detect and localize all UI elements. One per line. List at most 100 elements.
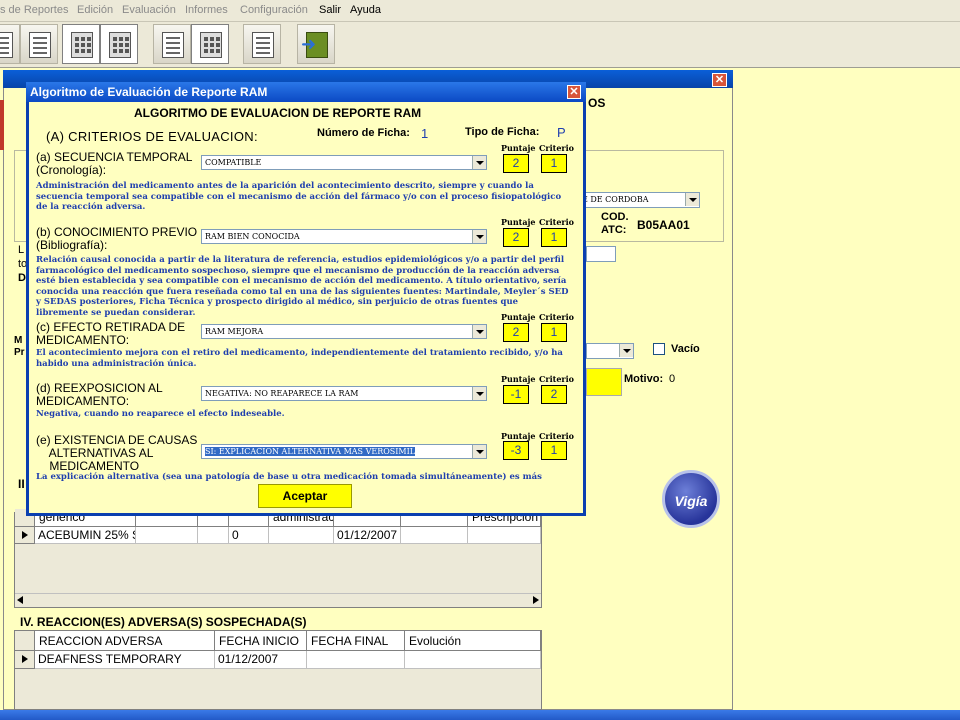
section-d-criterio[interactable]: 2 (541, 385, 567, 404)
row-selector-icon[interactable] (15, 527, 35, 544)
table-cell[interactable]: DEAFNESS TEMPORARY (35, 651, 215, 669)
cod-atc-label: COD. ATC: (601, 211, 629, 236)
table-cell[interactable] (468, 527, 541, 544)
stack-icon (200, 32, 222, 58)
menu-salir[interactable]: Salir (319, 4, 341, 16)
table-cell[interactable] (401, 527, 468, 544)
yellow-button[interactable] (586, 368, 622, 396)
table-cell[interactable] (198, 527, 229, 544)
table-cell[interactable] (307, 651, 405, 669)
menu-informes[interactable]: Informes (185, 4, 228, 16)
ficha-value: 1 (421, 126, 429, 141)
puntaje-label: Puntaje (501, 374, 536, 384)
toolbar-button-3[interactable] (62, 24, 100, 64)
table-cell[interactable]: 01/12/2007 (215, 651, 307, 669)
vacio-label: Vacío (671, 343, 700, 355)
section-c-select[interactable]: RAM MEJORA (201, 324, 487, 339)
section-a-criterio[interactable]: 1 (541, 154, 567, 173)
ficha-label: Número de Ficha: (317, 127, 410, 139)
menu-edicion[interactable]: Edición (77, 4, 113, 16)
criterio-label: Criterio (539, 312, 574, 322)
criterio-label: Criterio (539, 217, 574, 227)
table-cell[interactable]: ACEBUMIN 25% SO (35, 527, 136, 544)
form-icon (252, 32, 274, 58)
close-icon[interactable]: ✕ (712, 73, 727, 87)
vigia-logo: Vigía (662, 470, 720, 528)
section-b-description: Relación causal conocida a partir de la … (36, 255, 569, 318)
section-d-select[interactable]: NEGATIVA: NO REAPARECE LA RAM (201, 386, 487, 401)
left-label-pr: Pr (14, 347, 25, 358)
toolbar-exit-button[interactable] (297, 24, 335, 64)
section-b-criterio[interactable]: 1 (541, 228, 567, 247)
section-4-title: IV. REACCION(ES) ADVERSA(S) SOSPECHADA(S… (20, 615, 307, 629)
left-label-me: M (14, 335, 23, 346)
vacio-checkbox[interactable] (653, 343, 665, 355)
section-a-select[interactable]: COMPATIBLE (201, 155, 487, 170)
left-label-d: D (18, 272, 26, 284)
toolbar-button-7[interactable] (243, 24, 281, 64)
dialog-titlebar: Algoritmo de Evaluación de Reporte RAM (26, 82, 586, 102)
table-cell[interactable] (405, 651, 541, 669)
motivo-label: Motivo: (624, 373, 664, 385)
taskbar (0, 710, 960, 720)
row-selector-icon[interactable] (15, 651, 35, 669)
chevron-down-icon (472, 445, 486, 458)
section-e-select[interactable]: SI: EXPLICACION ALTERNATIVA MAS VEROSIMI… (201, 444, 487, 459)
horizontal-scrollbar[interactable] (15, 593, 541, 607)
section-b-select[interactable]: RAM BIEN CONOCIDA (201, 229, 487, 244)
menu-reportes[interactable]: s de Reportes (0, 4, 68, 16)
table-cell[interactable]: 0 (229, 527, 269, 544)
section-a-title: (a) SECUENCIA TEMPORAL (Cronología): (36, 150, 193, 177)
grid-header: FECHA INICIO (215, 631, 307, 651)
medications-grid: generico administrac Prescripcion ACEBUM… (14, 509, 542, 608)
section-b-title: (b) CONOCIMIENTO PREVIO (Bibliografía): (36, 225, 198, 252)
red-marker (0, 100, 4, 150)
grid-header: Evolución (405, 631, 541, 651)
accept-button[interactable]: Aceptar (258, 484, 352, 508)
scroll-left-icon[interactable] (17, 596, 23, 604)
report-icon (29, 32, 51, 58)
section-a-puntaje: 2 (503, 154, 529, 173)
toolbar-button-6[interactable] (191, 24, 229, 64)
cod-atc-value: B05AA01 (637, 218, 690, 232)
reactions-grid: REACCION ADVERSA FECHA INICIO FECHA FINA… (14, 630, 542, 710)
puntaje-label: Puntaje (501, 431, 536, 441)
table-cell[interactable] (136, 527, 198, 544)
section-e-title: (e) EXISTENCIA DE CAUSAS ALTERNATIVAS AL… (36, 433, 198, 473)
section-e-puntaje: -3 (503, 441, 529, 460)
calculator-icon (71, 32, 93, 58)
section-c-description: El acontecimiento mejora con el retiro d… (36, 348, 563, 369)
toolbar-button-5[interactable] (153, 24, 191, 64)
toolbar (0, 22, 960, 68)
menu-ayuda[interactable]: Ayuda (350, 4, 381, 16)
table-cell[interactable]: 01/12/2007 (334, 527, 401, 544)
section-c-criterio[interactable]: 1 (541, 323, 567, 342)
scroll-right-icon[interactable] (533, 596, 539, 604)
chevron-down-icon (472, 230, 486, 243)
menu-evaluacion[interactable]: Evaluación (122, 4, 176, 16)
bg-combo-2[interactable] (586, 343, 634, 359)
left-label-l: L (18, 244, 25, 256)
menu-bar: s de Reportes Edición Evaluación Informe… (0, 0, 960, 22)
chevron-down-icon (619, 344, 633, 357)
table-cell[interactable] (269, 527, 334, 544)
toolbar-button-2[interactable] (20, 24, 58, 64)
bg-combo[interactable]: E DE CORDOBA (578, 192, 700, 208)
close-icon[interactable]: ✕ (567, 85, 581, 99)
puntaje-label: Puntaje (501, 312, 536, 322)
criteria-heading: (A) CRITERIOS DE EVALUACION: (46, 129, 258, 144)
chevron-down-icon (472, 387, 486, 400)
motivo-value: 0 (669, 373, 676, 385)
bg-input[interactable] (586, 246, 616, 262)
dialog-heading: ALGORITMO DE EVALUACION DE REPORTE RAM (134, 106, 422, 120)
section-e-criterio[interactable]: 1 (541, 441, 567, 460)
chevron-down-icon (472, 156, 486, 169)
grid-header: FECHA FINAL (307, 631, 405, 651)
toolbar-button-1[interactable] (0, 24, 20, 64)
toolbar-button-4[interactable] (100, 24, 138, 64)
section-d-puntaje: -1 (503, 385, 529, 404)
grid-corner (15, 631, 35, 651)
calendar-icon (162, 32, 184, 58)
calculator-icon (109, 32, 131, 58)
menu-configuracion[interactable]: Configuración (240, 4, 308, 16)
